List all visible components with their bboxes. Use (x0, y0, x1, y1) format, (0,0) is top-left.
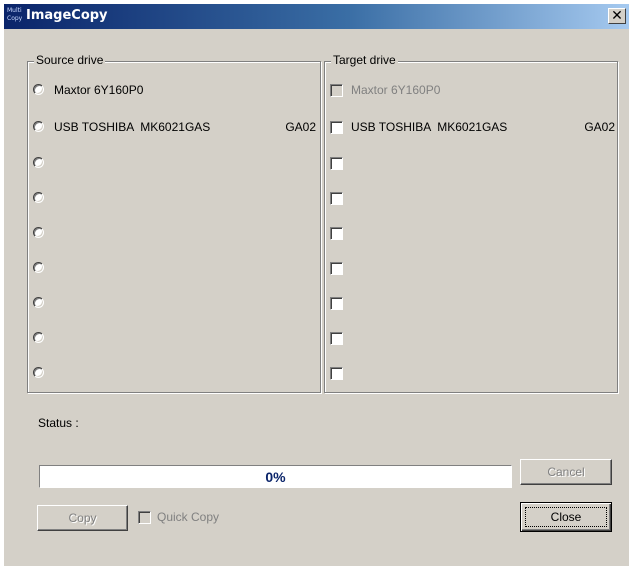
copy-progress-bar: 0% (39, 465, 512, 488)
app-icon: Multi Copy (7, 7, 23, 22)
target-drive-row[interactable] (330, 190, 613, 208)
source-drive-radio[interactable] (33, 332, 44, 343)
source-drive-row[interactable] (33, 330, 316, 348)
source-drive-row[interactable] (33, 260, 316, 278)
close-button-focus-ring (525, 507, 607, 527)
target-drive-checkbox[interactable] (330, 84, 343, 97)
target-drive-row[interactable] (330, 260, 613, 278)
source-drive-radio[interactable] (33, 297, 44, 308)
source-drive-row[interactable] (33, 365, 316, 383)
target-drive-checkbox[interactable] (330, 121, 343, 134)
close-button[interactable]: Close (520, 502, 612, 532)
source-drive-radio[interactable] (33, 227, 44, 238)
source-drive-group: Source drive Maxtor 6Y160P0 USB TOSHIBA M… (27, 53, 321, 393)
source-drive-legend: Source drive (34, 53, 106, 67)
target-drive-checkbox[interactable] (330, 332, 343, 345)
target-drive-revision: GA02 (584, 120, 615, 134)
progress-percent: 0% (265, 469, 286, 485)
target-drive-row[interactable] (330, 155, 613, 173)
target-drive-checkbox[interactable] (330, 297, 343, 310)
source-drive-radio[interactable] (33, 192, 44, 203)
status-label: Status : (38, 416, 79, 430)
target-drive-checkbox[interactable] (330, 367, 343, 380)
target-drive-checkbox[interactable] (330, 262, 343, 275)
window-title: ImageCopy (26, 8, 108, 23)
source-drive-label: Maxtor 6Y160P0 (54, 83, 144, 97)
source-drive-radio[interactable] (33, 84, 44, 95)
quick-copy-label: Quick Copy (157, 510, 220, 524)
title-bar[interactable]: Multi Copy ImageCopy ✕ (4, 4, 629, 29)
copy-button[interactable]: Copy (37, 505, 128, 531)
imagecopy-window: Multi Copy ImageCopy ✕ Source drive Maxt… (3, 3, 629, 566)
target-drive-row[interactable] (330, 365, 613, 383)
source-drive-row[interactable] (33, 155, 316, 173)
source-drive-label: USB TOSHIBA MK6021GAS (54, 120, 211, 134)
source-drive-row[interactable]: USB TOSHIBA MK6021GAS GA02 (33, 119, 316, 137)
source-drive-radio[interactable] (33, 121, 44, 132)
close-window-button[interactable]: ✕ (608, 8, 626, 24)
target-drive-row[interactable] (330, 225, 613, 243)
target-drive-row[interactable] (330, 330, 613, 348)
target-drive-label: USB TOSHIBA MK6021GAS (351, 120, 508, 134)
source-drive-row[interactable] (33, 225, 316, 243)
target-drive-checkbox[interactable] (330, 192, 343, 205)
quick-copy-checkbox[interactable] (138, 511, 151, 524)
source-drive-row[interactable] (33, 295, 316, 313)
source-drive-row[interactable] (33, 190, 316, 208)
target-drive-row[interactable]: Maxtor 6Y160P0 (330, 82, 613, 100)
source-drive-row[interactable]: Maxtor 6Y160P0 (33, 82, 316, 100)
source-drive-radio[interactable] (33, 262, 44, 273)
target-drive-checkbox[interactable] (330, 227, 343, 240)
source-drive-radio[interactable] (33, 367, 44, 378)
target-drive-row[interactable]: USB TOSHIBA MK6021GAS GA02 (330, 119, 615, 137)
cancel-button[interactable]: Cancel (520, 459, 612, 485)
source-drive-revision: GA02 (285, 120, 316, 134)
target-drive-label: Maxtor 6Y160P0 (351, 83, 441, 97)
target-drive-row[interactable] (330, 295, 613, 313)
target-drive-legend: Target drive (331, 53, 398, 67)
target-drive-group: Target drive Maxtor 6Y160P0 USB TOSHIBA M… (324, 53, 618, 393)
source-drive-radio[interactable] (33, 157, 44, 168)
target-drive-checkbox[interactable] (330, 157, 343, 170)
